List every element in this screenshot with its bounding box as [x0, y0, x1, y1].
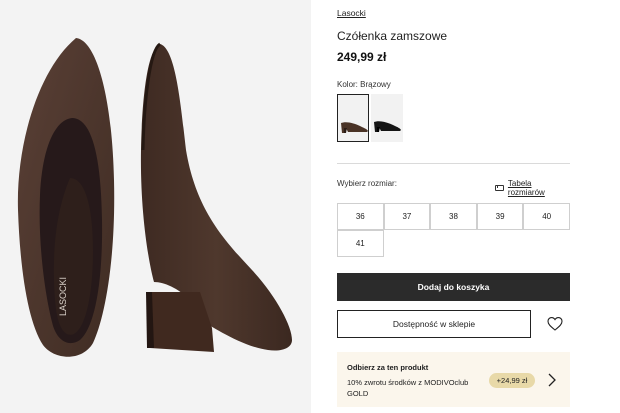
size-option[interactable]: 41	[337, 230, 384, 257]
heart-icon[interactable]	[547, 316, 563, 332]
brown-shoe-thumbnail	[341, 122, 368, 133]
chevron-right-icon[interactable]	[547, 373, 557, 387]
size-option[interactable]: 36	[337, 203, 384, 230]
black-shoe-thumbnail	[374, 121, 401, 132]
size-option[interactable]: 39	[476, 203, 524, 230]
promo-text: 10% zwrotu środków z MODIVOclub GOLD	[347, 378, 469, 398]
size-option[interactable]: 40	[523, 203, 570, 230]
ruler-icon	[495, 185, 504, 191]
promo-title: Odbierz za ten produkt	[347, 363, 429, 372]
add-to-cart-button[interactable]: Dodaj do koszyka	[337, 273, 570, 301]
size-label: Wybierz rozmiar:	[337, 179, 397, 188]
size-table-link[interactable]: Tabela rozmiarów	[495, 179, 570, 197]
color-swatch-black[interactable]	[371, 94, 403, 142]
size-table-label: Tabela rozmiarów	[507, 179, 545, 197]
size-option[interactable]: 37	[383, 203, 431, 230]
size-option[interactable]: 38	[430, 203, 477, 230]
loyalty-promo-card[interactable]: Odbierz za ten produkt 10% zwrotu środkó…	[337, 352, 570, 407]
product-title: Czółenka zamszowe	[337, 29, 448, 43]
color-label: Kolor: Brązowy	[337, 80, 391, 89]
color-swatch-brown[interactable]	[337, 94, 369, 142]
cashback-badge: +24,99 zł	[489, 373, 535, 388]
section-divider	[337, 163, 570, 164]
product-price: 249,99 zł	[337, 50, 387, 64]
brand-link[interactable]: Lasocki	[337, 8, 366, 18]
shoe-pair-illustration: LASOCKI	[17, 38, 292, 357]
store-availability-button[interactable]: Dostępność w sklepie	[337, 310, 531, 338]
sole-logo-text: LASOCKI	[58, 277, 68, 316]
product-image[interactable]: LASOCKI	[0, 0, 311, 413]
